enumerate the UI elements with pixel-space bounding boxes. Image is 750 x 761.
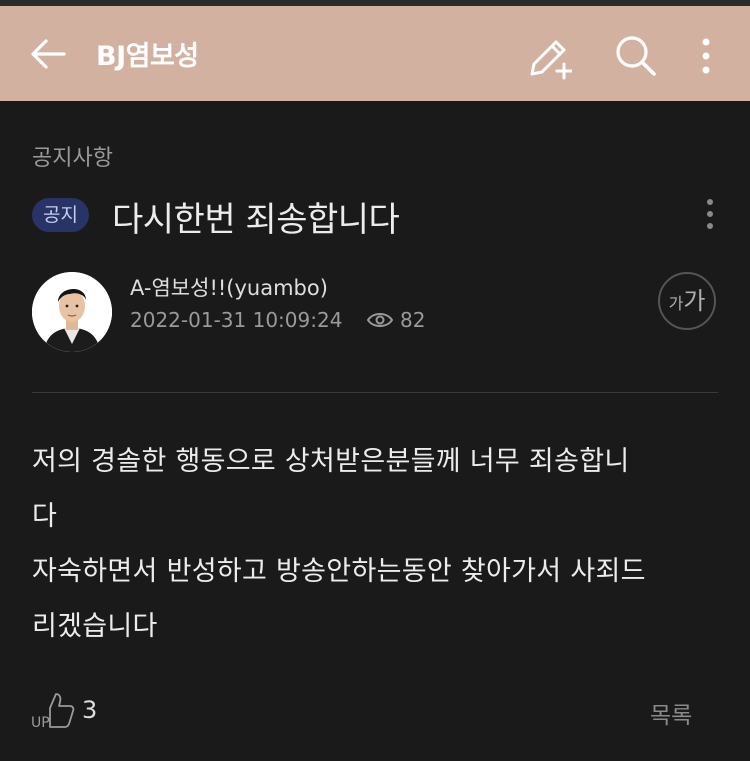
view-count: 82 bbox=[400, 308, 426, 332]
content-line: 자숙하면서 반성하고 방송안하는동안 찾아가서 사죄드 bbox=[32, 556, 646, 587]
avatar-image bbox=[32, 272, 112, 352]
content-line: 저의 경솔한 행동으로 상처받은분들께 너무 죄송합니 bbox=[32, 446, 630, 477]
search-icon[interactable] bbox=[614, 34, 658, 78]
kebab-icon[interactable] bbox=[694, 34, 718, 78]
post-title: 다시한번 죄송합니다 bbox=[112, 200, 400, 240]
up-count: 3 bbox=[82, 696, 98, 724]
board-name[interactable]: 공지사항 bbox=[32, 140, 113, 172]
divider bbox=[32, 392, 718, 393]
list-button[interactable]: 목록 bbox=[650, 696, 692, 730]
eye-icon bbox=[366, 313, 394, 327]
post-options-icon[interactable] bbox=[698, 196, 722, 232]
content-line: 리겠습니다 bbox=[32, 611, 158, 642]
author-name[interactable]: A-염보성!!(yuambo) bbox=[130, 272, 328, 302]
up-label: UP bbox=[31, 715, 50, 730]
post-date: 2022-01-31 10:09:24 bbox=[130, 308, 343, 332]
font-size-big-label: 가 bbox=[683, 287, 706, 315]
page-title: BJ염보성 bbox=[96, 41, 199, 72]
font-size-small-label: 가 bbox=[668, 294, 684, 313]
app-header: BJ염보성 bbox=[0, 6, 750, 101]
author-avatar[interactable] bbox=[32, 272, 112, 352]
content-line: 다 bbox=[32, 501, 58, 532]
pencil-plus-icon[interactable] bbox=[526, 34, 572, 80]
post-content: 저의 경솔한 행동으로 상처받은분들께 너무 죄송합니 다 자숙하면서 반성하고… bbox=[32, 434, 718, 654]
font-size-button[interactable]: 가가 bbox=[658, 272, 716, 330]
thumbs-up-icon[interactable]: UP bbox=[30, 690, 78, 730]
arrow-left-icon[interactable] bbox=[28, 36, 68, 72]
notice-badge: 공지 bbox=[32, 198, 89, 232]
